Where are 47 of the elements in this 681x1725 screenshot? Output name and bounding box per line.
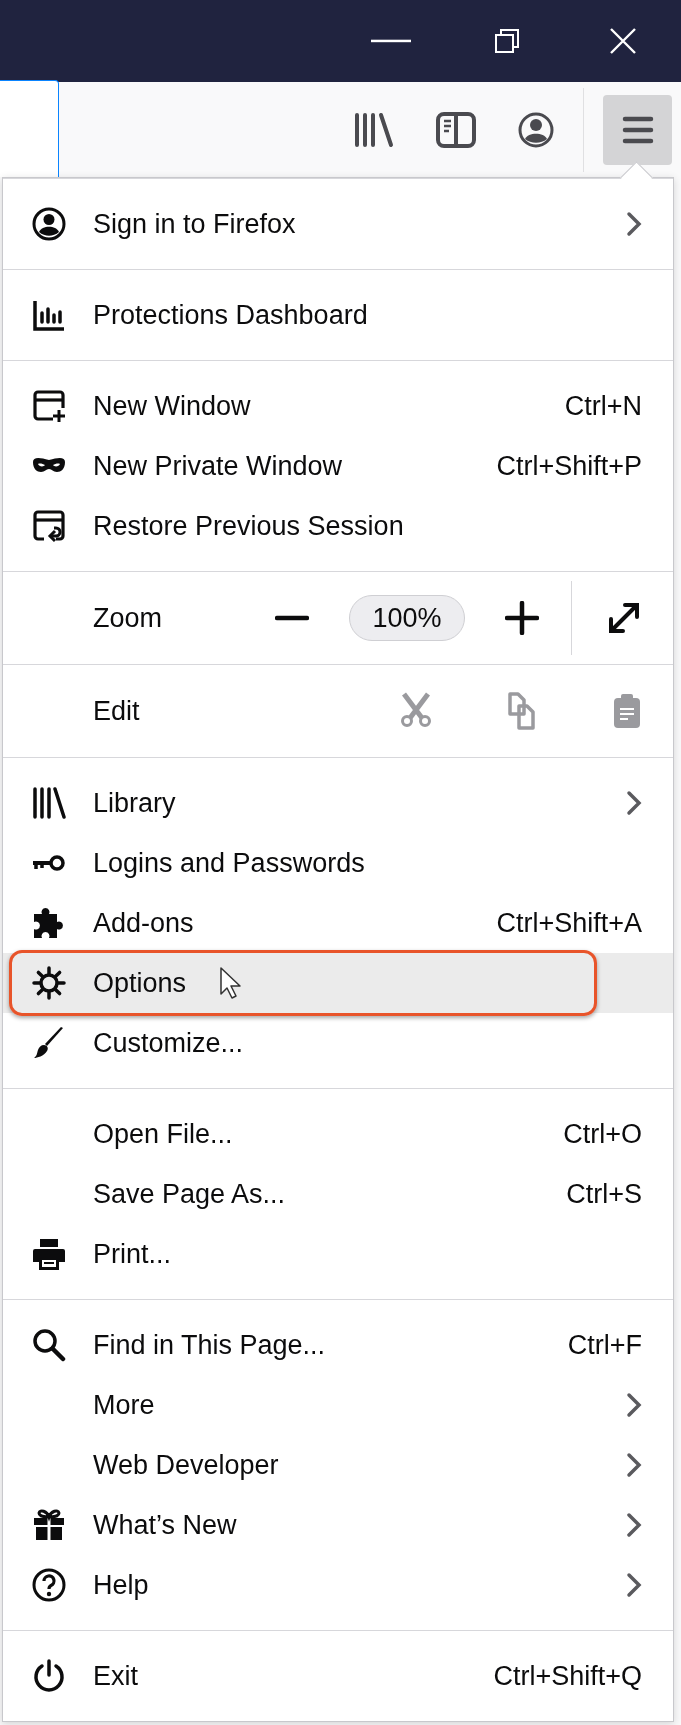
menu-item[interactable]: New Private Window Ctrl+Shift+P (3, 436, 673, 496)
close-icon[interactable] (610, 28, 636, 54)
menu-item[interactable]: Save Page As... Ctrl+S (3, 1164, 673, 1224)
printer-icon (32, 1237, 66, 1271)
library-icon (32, 786, 66, 820)
account-icon (32, 207, 66, 241)
menu-item[interactable]: What’s New (3, 1495, 673, 1555)
menu-button[interactable] (603, 94, 672, 165)
help-icon (32, 1568, 66, 1602)
menu-item[interactable]: Restore Previous Session (3, 496, 673, 556)
menu-item[interactable]: Options (3, 953, 673, 1013)
menu-item[interactable]: Help (3, 1555, 673, 1615)
settings-icon (32, 966, 66, 1000)
zoom-in-icon[interactable] (505, 601, 539, 635)
new-window-icon (32, 389, 66, 423)
menu-item[interactable]: Protections Dashboard (3, 285, 673, 345)
menu-item[interactable]: Add-ons Ctrl+Shift+A (3, 893, 673, 953)
menu-item[interactable]: Exit Ctrl+Shift+Q (3, 1646, 673, 1706)
menu-label: Edit (93, 695, 140, 727)
bar-chart-icon (32, 298, 66, 332)
menu-item[interactable]: Print... (3, 1224, 673, 1284)
menu-icon (621, 114, 654, 145)
menu-item[interactable]: Open File... Ctrl+O (3, 1104, 673, 1164)
menu-item[interactable]: Sign in to Firefox (3, 194, 673, 254)
restore-icon[interactable] (495, 29, 519, 53)
mouse-cursor-icon (219, 966, 243, 1000)
paintbrush-icon (32, 1026, 66, 1060)
menu-item[interactable]: Logins and Passwords (3, 833, 673, 893)
menu-item[interactable]: Web Developer (3, 1435, 673, 1495)
fullscreen-icon[interactable] (606, 600, 642, 636)
zoom-reset-button[interactable]: 100% (349, 595, 465, 641)
menu-label: Zoom (93, 602, 163, 634)
menu-item[interactable]: Library (3, 773, 673, 833)
sidebar-icon[interactable] (436, 111, 476, 148)
menu-item[interactable]: New Window Ctrl+N (3, 376, 673, 436)
puzzle-icon (32, 906, 66, 940)
search-icon (32, 1328, 66, 1362)
power-icon (32, 1659, 66, 1693)
account-icon[interactable] (518, 111, 554, 148)
library-icon[interactable] (354, 111, 394, 148)
gift-icon (32, 1508, 66, 1542)
restore-window-icon (32, 509, 66, 543)
menu-item[interactable]: More (3, 1375, 673, 1435)
menu-item[interactable]: Find in This Page... Ctrl+F (3, 1315, 673, 1375)
menu-item[interactable]: Customize... (3, 1013, 673, 1073)
address-field[interactable] (0, 80, 59, 177)
minimize-icon[interactable] (371, 39, 411, 43)
